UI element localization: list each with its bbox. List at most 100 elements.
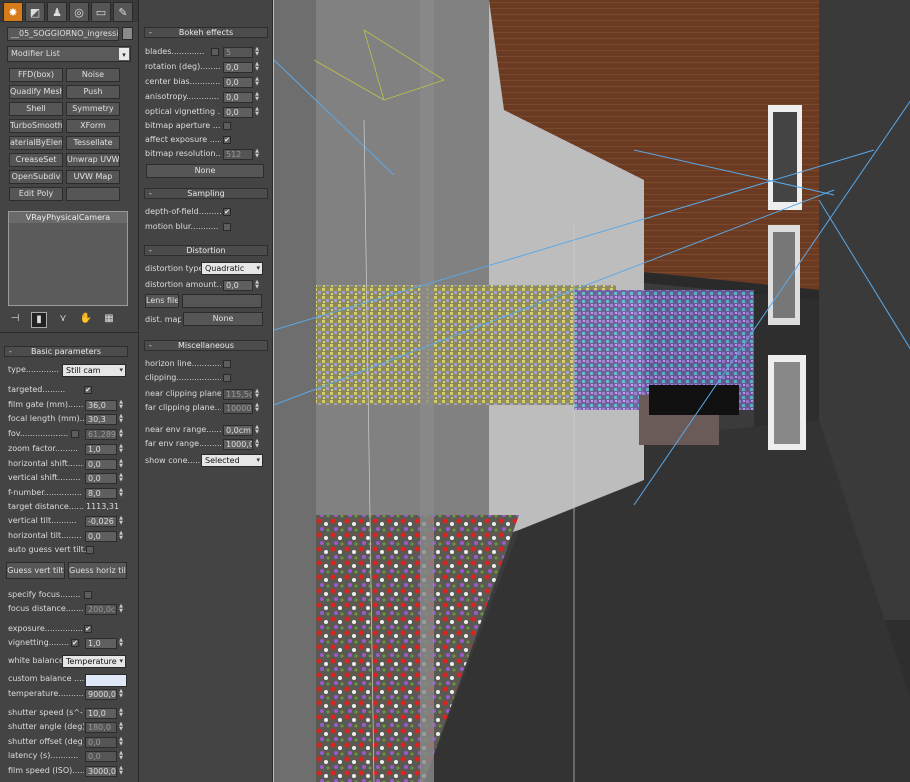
camera-viewport[interactable] bbox=[273, 0, 910, 782]
modifier-button-symmetry[interactable]: Symmetry bbox=[66, 102, 120, 116]
hierarchy-tab-icon[interactable]: ♟ bbox=[47, 2, 67, 22]
white-balance-dropdown[interactable]: Temperature ▾ bbox=[62, 655, 126, 668]
horizontal-tilt-spinner[interactable]: 0,0 bbox=[85, 531, 117, 542]
display-tab-icon[interactable]: ▭ bbox=[91, 2, 111, 22]
modify-tab-icon[interactable]: ◩ bbox=[25, 2, 45, 22]
spinner-arrows-icon[interactable]: ▲ ▼ bbox=[118, 459, 124, 470]
camera-type-dropdown[interactable]: Still cam ▾ bbox=[62, 364, 126, 377]
custom-balance-color-swatch[interactable] bbox=[85, 674, 127, 687]
distortion-type-dropdown[interactable]: Quadratic ▾ bbox=[201, 262, 263, 275]
make-unique-icon[interactable]: ⋎ bbox=[56, 312, 70, 326]
blades-spinner[interactable]: 5 bbox=[223, 47, 253, 58]
modifier-button-xform[interactable]: XForm bbox=[66, 119, 120, 133]
film-gate-spinner[interactable]: 36,0 bbox=[85, 400, 117, 411]
spinner-arrows-icon[interactable]: ▲ ▼ bbox=[254, 77, 260, 88]
modifier-button-tessellate[interactable]: Tessellate bbox=[66, 136, 120, 150]
basic-parameters-rollout-header[interactable]: - Basic parameters bbox=[4, 346, 128, 357]
far-env-range-spinner[interactable]: 1000,0c bbox=[223, 439, 253, 450]
guess-vert-tilt-button[interactable]: Guess vert tilt bbox=[6, 562, 65, 579]
modifier-button-quadify-mesh[interactable]: Quadify Mesh bbox=[9, 85, 63, 99]
shutter-angle-spinner[interactable]: 180,0 bbox=[85, 722, 117, 733]
chevron-down-icon[interactable]: ▾ bbox=[119, 48, 129, 60]
dist-map-none-button[interactable]: None bbox=[183, 312, 263, 326]
film-speed-iso-spinner[interactable]: 3000,0 bbox=[85, 766, 117, 777]
spinner-arrows-icon[interactable]: ▲ ▼ bbox=[254, 425, 260, 436]
pin-stack-icon[interactable]: ⊣ bbox=[8, 312, 22, 326]
affect-exposure-checkbox[interactable]: ✔ bbox=[223, 136, 231, 144]
spinner-arrows-icon[interactable]: ▲ ▼ bbox=[254, 439, 260, 450]
object-name-field[interactable]: __05_SOGGIORNO_ingressi bbox=[7, 27, 119, 41]
temperature-spinner[interactable]: 9000,0 bbox=[85, 689, 117, 700]
show-end-result-icon[interactable]: ▮ bbox=[31, 312, 47, 328]
spinner-arrows-icon[interactable]: ▲ ▼ bbox=[118, 429, 124, 440]
spinner-arrows-icon[interactable]: ▲ ▼ bbox=[254, 389, 260, 400]
optical-vignetting-spinner[interactable]: 0,0 bbox=[223, 107, 253, 118]
focus-distance-spinner[interactable]: 200,0cı bbox=[85, 604, 117, 615]
spinner-arrows-icon[interactable]: ▲ ▼ bbox=[118, 766, 124, 777]
spinner-arrows-icon[interactable]: ▲ ▼ bbox=[118, 604, 124, 615]
auto-guess-vert-tilt-checkbox[interactable] bbox=[86, 546, 94, 554]
vignetting-checkbox[interactable]: ✔ bbox=[71, 639, 79, 647]
spinner-arrows-icon[interactable]: ▲ ▼ bbox=[118, 488, 124, 499]
stack-item-vrayphysicalcamera[interactable]: VRayPhysicalCamera bbox=[9, 212, 127, 223]
spinner-arrows-icon[interactable]: ▲ ▼ bbox=[118, 400, 124, 411]
rotation-spinner[interactable]: 0,0 bbox=[223, 62, 253, 73]
distortion-amount-spinner[interactable]: 0,0 bbox=[223, 280, 253, 291]
modifier-button-edit-poly[interactable]: Edit Poly bbox=[9, 187, 63, 201]
create-tab-icon[interactable]: ✸ bbox=[3, 2, 23, 22]
spinner-arrows-icon[interactable]: ▲ ▼ bbox=[118, 531, 124, 542]
vertical-shift-spinner[interactable]: 0,0 bbox=[85, 473, 117, 484]
modifier-button-turbosmooth[interactable]: TurboSmooth bbox=[9, 119, 63, 133]
horizon-line-checkbox[interactable] bbox=[223, 360, 231, 368]
spinner-arrows-icon[interactable]: ▲ ▼ bbox=[254, 62, 260, 73]
miscellaneous-rollout-header[interactable]: - Miscellaneous bbox=[144, 340, 268, 351]
zoom-factor-spinner[interactable]: 1,0 bbox=[85, 444, 117, 455]
depth-of-field-checkbox[interactable]: ✔ bbox=[223, 208, 231, 216]
spinner-arrows-icon[interactable]: ▲ ▼ bbox=[118, 751, 124, 762]
spinner-arrows-icon[interactable]: ▲ ▼ bbox=[254, 280, 260, 291]
spinner-arrows-icon[interactable]: ▲ ▼ bbox=[118, 722, 124, 733]
spinner-arrows-icon[interactable]: ▲ ▼ bbox=[118, 444, 124, 455]
focal-length-spinner[interactable]: 30,3 bbox=[85, 414, 117, 425]
shutter-offset-spinner[interactable]: 0,0 bbox=[85, 737, 117, 748]
modifier-list-dropdown[interactable]: Modifier List ▾ bbox=[7, 46, 131, 62]
shutter-speed-spinner[interactable]: 10,0 bbox=[85, 708, 117, 719]
lens-file-button[interactable]: Lens file bbox=[145, 294, 179, 308]
far-clipping-plane-spinner[interactable]: 10000,0 bbox=[223, 403, 253, 414]
distortion-rollout-header[interactable]: - Distortion bbox=[144, 245, 268, 256]
spinner-arrows-icon[interactable]: ▲ ▼ bbox=[254, 403, 260, 414]
remove-modifier-icon[interactable]: ✋ bbox=[79, 312, 93, 326]
modifier-button-ffd-box-[interactable]: FFD(box) bbox=[9, 68, 63, 82]
spinner-arrows-icon[interactable]: ▲ ▼ bbox=[254, 92, 260, 103]
motion-blur-checkbox[interactable] bbox=[223, 223, 231, 231]
spinner-arrows-icon[interactable]: ▲ ▼ bbox=[118, 737, 124, 748]
bokeh-bitmap-none-button[interactable]: None bbox=[146, 164, 264, 178]
modifier-stack[interactable]: VRayPhysicalCamera bbox=[8, 211, 128, 306]
spinner-arrows-icon[interactable]: ▲ ▼ bbox=[118, 414, 124, 425]
anisotropy-spinner[interactable]: 0,0 bbox=[223, 92, 253, 103]
spinner-arrows-icon[interactable]: ▲ ▼ bbox=[254, 47, 260, 58]
motion-tab-icon[interactable]: ◎ bbox=[69, 2, 89, 22]
modifier-button-aterialbyelem[interactable]: aterialByElem bbox=[9, 136, 63, 150]
spinner-arrows-icon[interactable]: ▲ ▼ bbox=[254, 107, 260, 118]
modifier-button-opensubdiv[interactable]: OpenSubdiv bbox=[9, 170, 63, 184]
vertical-tilt-spinner[interactable]: -0,026 bbox=[85, 516, 117, 527]
spinner-arrows-icon[interactable]: ▲ ▼ bbox=[118, 516, 124, 527]
near-env-range-spinner[interactable]: 0,0cm bbox=[223, 425, 253, 436]
modifier-button-uvw-map[interactable]: UVW Map bbox=[66, 170, 120, 184]
spinner-arrows-icon[interactable]: ▲ ▼ bbox=[118, 638, 124, 649]
blades-checkbox[interactable] bbox=[211, 48, 219, 56]
object-color-swatch[interactable] bbox=[122, 27, 133, 40]
latency-spinner[interactable]: 0,0 bbox=[85, 751, 117, 762]
configure-sets-icon[interactable]: ▦ bbox=[102, 312, 116, 326]
sampling-rollout-header[interactable]: - Sampling bbox=[144, 188, 268, 199]
spinner-arrows-icon[interactable]: ▲ ▼ bbox=[254, 149, 260, 160]
utilities-tab-icon[interactable]: ✎ bbox=[113, 2, 133, 22]
spinner-arrows-icon[interactable]: ▲ ▼ bbox=[118, 708, 124, 719]
show-cone-dropdown[interactable]: Selected ▾ bbox=[201, 454, 263, 467]
guess-horiz-tilt-button[interactable]: Guess horiz tilt bbox=[68, 562, 127, 579]
f-number-spinner[interactable]: 8,0 bbox=[85, 488, 117, 499]
modifier-button-creaseset[interactable]: CreaseSet bbox=[9, 153, 63, 167]
lens-file-path-field[interactable] bbox=[182, 294, 262, 308]
modifier-button-push[interactable]: Push bbox=[66, 85, 120, 99]
